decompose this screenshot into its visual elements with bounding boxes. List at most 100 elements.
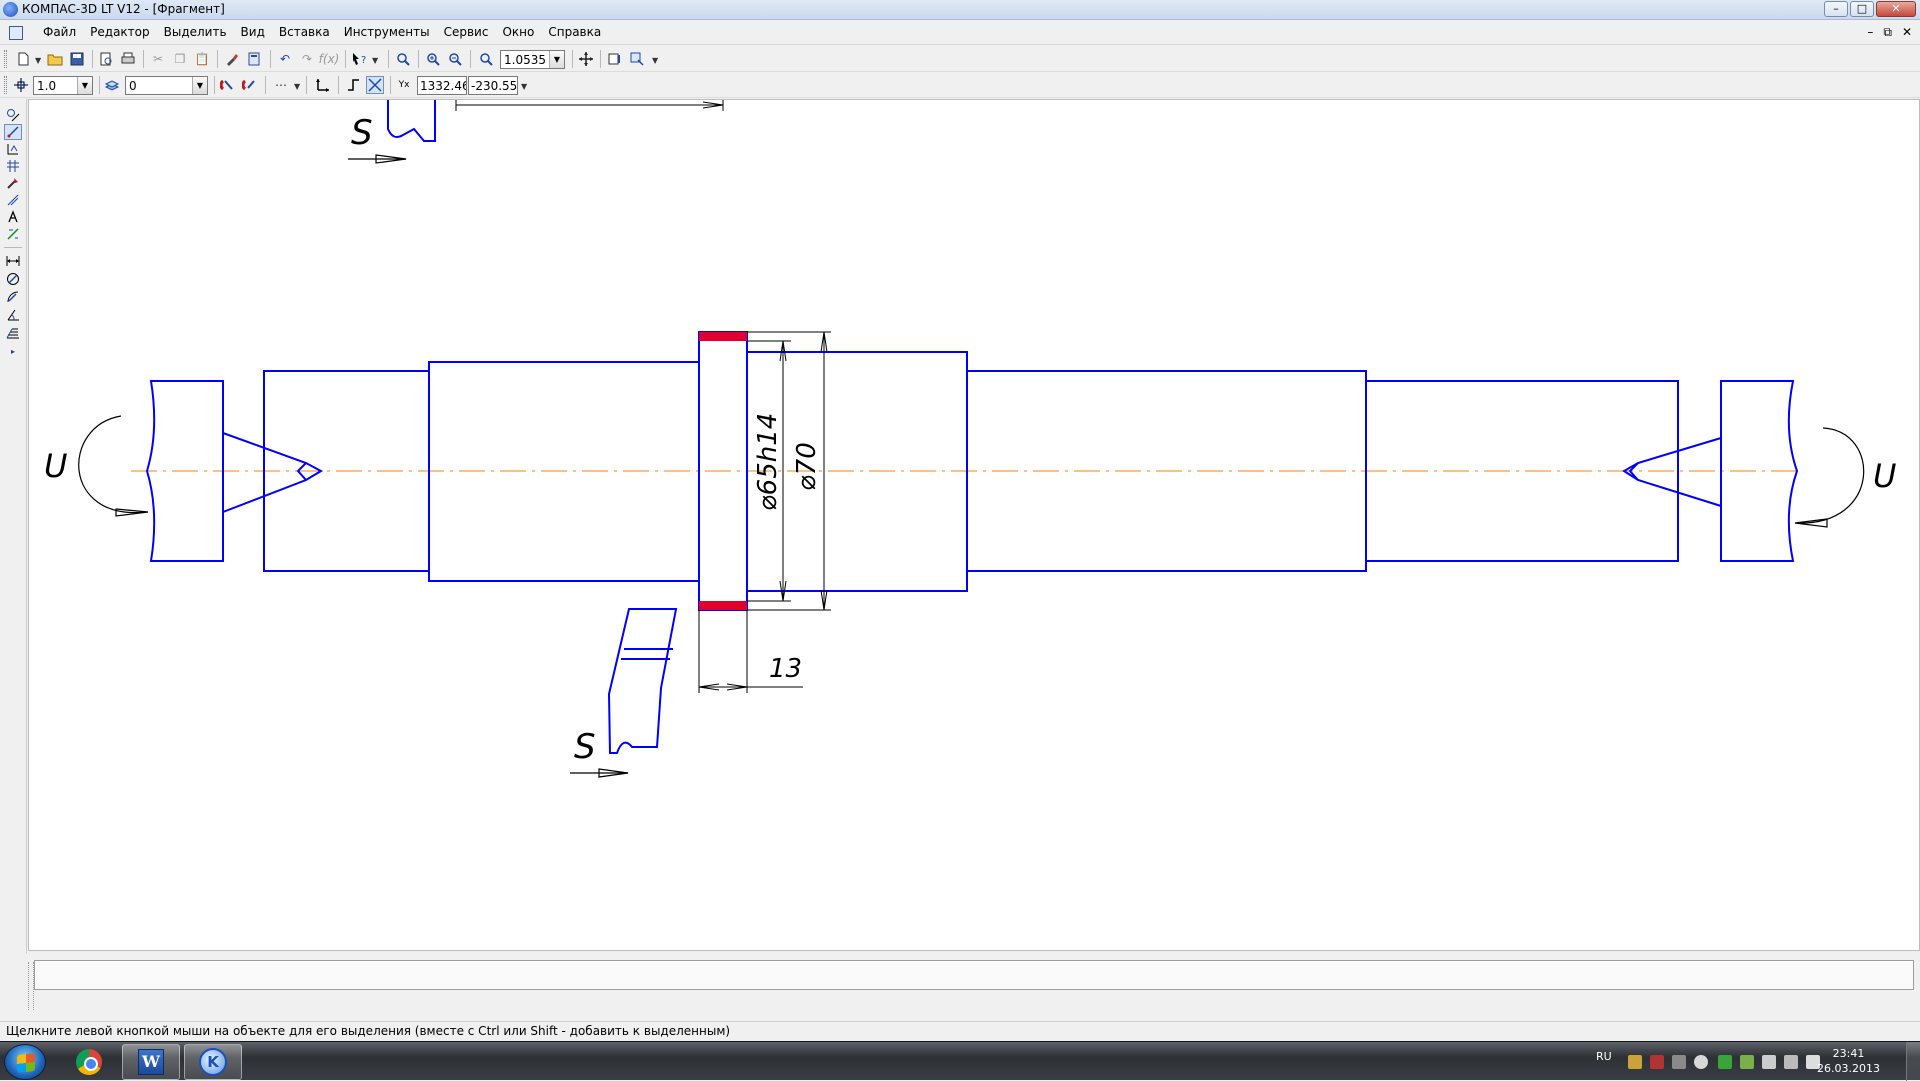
toolbar-grip[interactable] (4, 76, 7, 94)
tray-flag-icon[interactable] (1650, 1055, 1664, 1069)
property-panel-area[interactable] (34, 960, 1914, 990)
taskbar-word[interactable]: W (122, 1044, 180, 1080)
toolbar-overflow-icon[interactable]: ▼ (652, 56, 658, 65)
language-indicator[interactable]: RU (1596, 1050, 1612, 1063)
dimensions-palette-icon[interactable] (4, 124, 22, 140)
text-icon[interactable] (4, 209, 22, 225)
coord-x-input[interactable] (418, 77, 466, 94)
menu-file[interactable]: Файл (36, 25, 83, 39)
coord-y-input[interactable] (469, 77, 517, 94)
geometry-icon[interactable] (4, 107, 22, 123)
zoom-scale-icon[interactable] (477, 50, 495, 68)
ring-highlight-bottom (699, 601, 747, 610)
zoom-combo[interactable]: ▼ (500, 50, 565, 69)
round-coords-icon[interactable] (366, 76, 384, 94)
menu-tools[interactable]: Инструменты (337, 25, 437, 39)
tray-app-icon[interactable] (1672, 1055, 1686, 1069)
paste-icon[interactable]: 📋 (193, 50, 211, 68)
toolbar-overflow-icon[interactable]: ▼ (521, 82, 527, 91)
step-combo[interactable]: ▼ (33, 76, 93, 95)
menu-service[interactable]: Сервис (437, 25, 496, 39)
function-icon[interactable]: f(x) (319, 50, 340, 68)
print-preview-icon[interactable] (97, 50, 115, 68)
calculator-icon[interactable] (245, 50, 263, 68)
zoom-out-icon[interactable] (446, 50, 464, 68)
taskbar-chrome[interactable] (60, 1044, 118, 1080)
drawing-canvas[interactable]: S ⌀65h14 ⌀70 13 S U U (28, 99, 1920, 951)
menu-view[interactable]: Вид (234, 25, 272, 39)
tray-shield-icon[interactable] (1740, 1055, 1754, 1069)
svg-text:?: ? (361, 55, 366, 66)
snap-magnet-icon[interactable] (219, 76, 237, 94)
menu-help[interactable]: Справка (541, 25, 608, 39)
angular-dimension-icon[interactable] (4, 307, 22, 323)
tray-nvidia-icon[interactable] (1718, 1055, 1732, 1069)
help-dropdown-icon[interactable]: ▼ (372, 56, 378, 65)
menu-editor[interactable]: Редактор (83, 25, 156, 39)
tray-flag-white-icon[interactable] (1762, 1055, 1776, 1069)
designations-icon[interactable] (4, 141, 22, 157)
cursor-step-icon[interactable] (12, 76, 30, 94)
layer-combo[interactable]: ▼ (125, 76, 208, 95)
panel-expand-icon[interactable]: ▸ (4, 343, 22, 359)
zoom-in-icon[interactable] (424, 50, 442, 68)
context-help-icon[interactable]: ? (350, 50, 368, 68)
zoom-dropdown-icon[interactable]: ▼ (549, 51, 564, 68)
local-snap-icon[interactable] (241, 76, 259, 94)
show-all-icon[interactable] (628, 50, 646, 68)
grid-icon[interactable]: ⋯ (272, 76, 290, 94)
show-desktop-button[interactable] (1906, 1042, 1920, 1081)
toolbar-grip[interactable] (4, 50, 7, 68)
tray-network-icon[interactable] (1628, 1055, 1642, 1069)
copy-icon[interactable]: ❐ (171, 50, 189, 68)
clock[interactable]: 23:41 26.03.2013 (1817, 1046, 1880, 1076)
coord-y-field[interactable] (468, 76, 518, 95)
step-dropdown-icon[interactable]: ▼ (77, 77, 92, 94)
tray-monitor-icon[interactable] (1784, 1055, 1798, 1069)
maximize-button[interactable]: □ (1850, 1, 1874, 17)
start-button[interactable] (4, 1044, 46, 1080)
new-document-icon[interactable] (14, 50, 32, 68)
new-dropdown-icon[interactable]: ▼ (35, 56, 41, 65)
properties-brush-icon[interactable] (223, 50, 241, 68)
undo-icon[interactable]: ↶ (276, 50, 294, 68)
redo-icon[interactable]: ↷ (298, 50, 316, 68)
measure-icon[interactable] (4, 192, 22, 208)
minimize-button[interactable]: – (1824, 1, 1848, 17)
print-icon[interactable] (119, 50, 137, 68)
open-folder-icon[interactable] (46, 50, 64, 68)
menu-select[interactable]: Выделить (157, 25, 234, 39)
step-input[interactable] (34, 77, 76, 94)
hatch-icon[interactable] (4, 325, 22, 341)
close-button[interactable]: ✕ (1876, 1, 1916, 17)
linear-dimension-icon[interactable] (4, 253, 22, 269)
layer-input[interactable] (126, 77, 191, 94)
grid-dropdown-icon[interactable]: ▼ (294, 82, 300, 91)
zoom-window-icon[interactable] (394, 50, 412, 68)
doc-minimize-button[interactable]: – (1867, 25, 1873, 40)
refresh-view-icon[interactable] (606, 50, 624, 68)
drawing[interactable]: S ⌀65h14 ⌀70 13 S U U (29, 100, 1919, 950)
save-icon[interactable] (68, 50, 86, 68)
doc-restore-button[interactable]: ⧉ (1883, 25, 1892, 40)
parametrization-icon[interactable] (4, 175, 22, 191)
ortho-mode-icon[interactable] (344, 76, 362, 94)
menu-window[interactable]: Окно (495, 25, 541, 39)
local-cs-icon[interactable] (314, 76, 332, 94)
status-bar: Щелкните левой кнопкой мыши на объекте д… (0, 1021, 1920, 1041)
layers-icon[interactable] (103, 76, 121, 94)
radial-dimension-icon[interactable] (4, 289, 22, 305)
edit-icon[interactable] (4, 158, 22, 174)
document-icon[interactable] (9, 26, 23, 40)
menu-insert[interactable]: Вставка (272, 25, 337, 39)
tray-update-icon[interactable] (1694, 1055, 1708, 1069)
layer-dropdown-icon[interactable]: ▼ (192, 77, 207, 94)
coord-x-field[interactable] (417, 76, 467, 95)
diameter-dimension-icon[interactable] (4, 271, 22, 287)
pan-icon[interactable] (577, 50, 595, 68)
cut-icon[interactable]: ✂ (149, 50, 167, 68)
selection-icon[interactable] (4, 226, 22, 242)
taskbar-kompas[interactable]: K (184, 1044, 242, 1080)
zoom-input[interactable] (501, 51, 548, 68)
doc-close-button[interactable]: ✕ (1902, 25, 1912, 40)
